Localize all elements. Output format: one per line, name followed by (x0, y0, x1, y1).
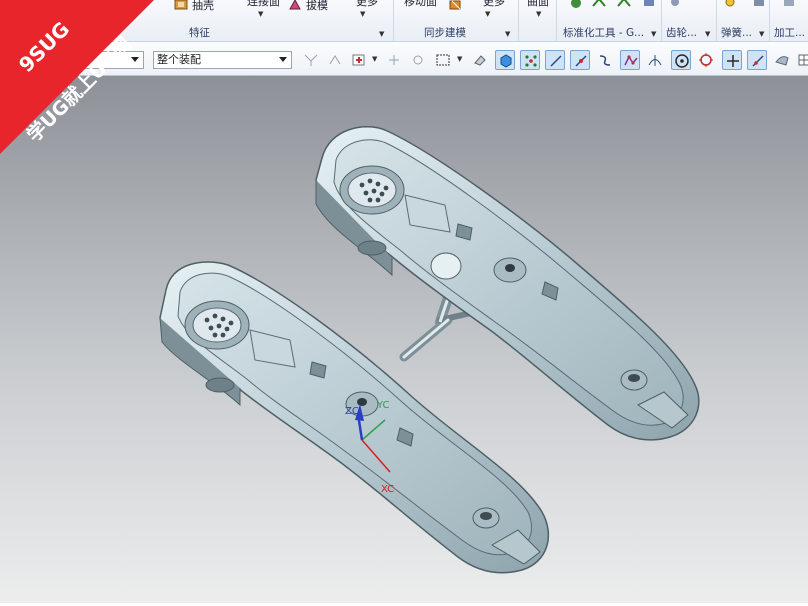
spring-icon[interactable] (724, 0, 738, 10)
group-spring: 弹簧... (721, 27, 753, 39)
curve-snap-icon[interactable] (595, 50, 615, 70)
point-snap-icon[interactable] (384, 50, 404, 70)
z-axis-label: ZC (345, 406, 359, 417)
midpoint-snap-icon[interactable] (570, 50, 590, 70)
ribbon-separator (716, 0, 717, 41)
x-axis-label: XC (381, 484, 394, 495)
group-gear: 齿轮... (666, 27, 698, 39)
chevron-down-icon[interactable]: ▼ (485, 10, 490, 18)
intersection-snap-icon[interactable] (645, 50, 665, 70)
chevron-down-icon[interactable]: ▼ (360, 10, 365, 18)
existing-point-snap-icon[interactable] (722, 50, 742, 70)
line-snap-icon[interactable] (545, 50, 565, 70)
snap-toggle-icon[interactable] (349, 50, 369, 70)
y-axis-label: YC (376, 400, 390, 411)
group-expand-icon[interactable]: ▼ (651, 30, 656, 38)
control-point-icon[interactable] (620, 50, 640, 70)
filter-icon-2[interactable] (325, 50, 345, 70)
shell-icon (174, 0, 188, 10)
machining-icon-2[interactable] (782, 0, 796, 10)
point-grid-icon[interactable] (520, 50, 540, 70)
std-part-icon-2[interactable] (592, 0, 606, 10)
group-std-tools: 标准化工具 - G... (563, 27, 645, 39)
ribbon-separator (661, 0, 662, 41)
group-expand-icon[interactable]: ▼ (379, 30, 384, 38)
graphics-viewport[interactable]: ZC YC XC (0, 76, 808, 603)
connected-face-button[interactable]: 连接面 (247, 0, 280, 9)
draft-icon (289, 0, 301, 10)
ribbon-separator (393, 0, 394, 41)
ribbon-separator (556, 0, 557, 41)
chevron-down-icon[interactable]: ▼ (258, 10, 263, 18)
draft-button[interactable]: 拔模 (306, 0, 328, 13)
group-expand-icon[interactable]: ▼ (759, 30, 764, 38)
eraser-icon[interactable] (470, 50, 490, 70)
machining-icon[interactable] (752, 0, 766, 10)
filter-icon-1[interactable] (301, 50, 321, 70)
std-part-icon-3[interactable] (617, 0, 631, 10)
bounded-grid-icon[interactable] (795, 50, 808, 70)
quadrant-snap-icon[interactable] (696, 50, 716, 70)
more-button-2[interactable]: 更多 (483, 0, 505, 9)
chevron-down-icon (279, 57, 287, 62)
selection-scope-select[interactable]: 整个装配 (153, 51, 292, 69)
std-part-icon-4[interactable] (642, 0, 656, 10)
std-part-icon[interactable] (569, 0, 583, 10)
shell-button[interactable]: 抽壳 (192, 0, 214, 13)
ribbon-separator (769, 0, 770, 41)
chevron-down-icon[interactable]: ▼ (536, 10, 541, 18)
point-on-curve-icon[interactable] (747, 50, 767, 70)
group-expand-icon[interactable]: ▼ (505, 30, 510, 38)
solid-body-select-icon[interactable] (495, 50, 515, 70)
group-feature: 特征 (189, 27, 210, 39)
chevron-down-icon[interactable]: ▼ (457, 55, 462, 63)
group-sync-modeling: 同步建模 (424, 27, 466, 39)
model-view: ZC YC XC (159, 126, 700, 574)
group-expand-icon[interactable]: ▼ (705, 30, 710, 38)
ribbon-separator (518, 0, 519, 41)
point-on-face-icon[interactable] (772, 50, 792, 70)
gear-icon[interactable] (668, 0, 682, 10)
group-machining: 加工... (774, 27, 806, 39)
surface-button[interactable]: 曲面 (527, 0, 549, 9)
selection-scope-value: 整个装配 (157, 53, 201, 66)
arc-center-snap-icon[interactable] (671, 50, 691, 70)
rectangle-select-icon[interactable] (433, 50, 453, 70)
move-face-button[interactable]: 移动面 (404, 0, 437, 9)
more-button-1[interactable]: 更多 (356, 0, 378, 9)
resize-face-icon[interactable] (448, 0, 462, 11)
point-snap-icon-2[interactable] (408, 50, 428, 70)
chevron-down-icon[interactable]: ▼ (372, 55, 377, 63)
